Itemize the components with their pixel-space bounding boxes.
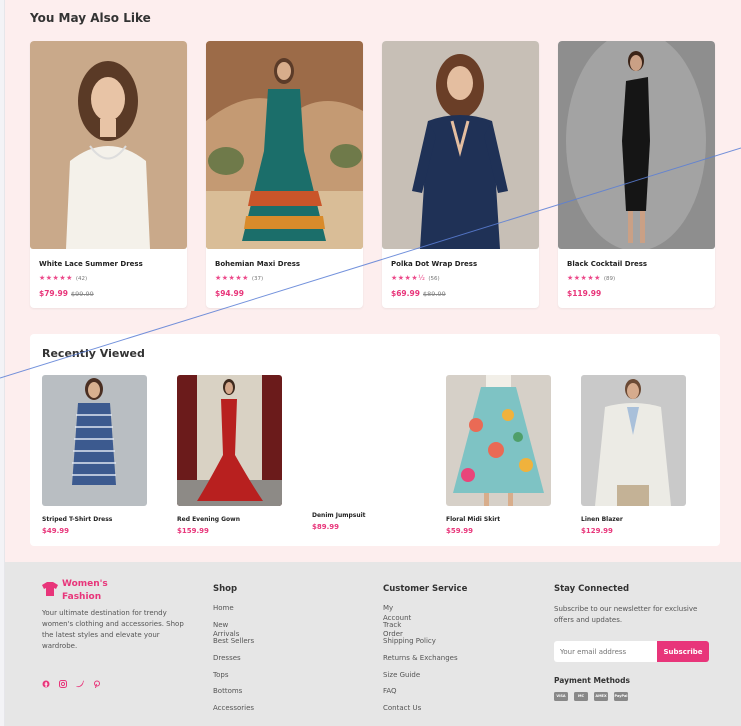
mastercard-icon: MC	[574, 692, 588, 701]
recently-viewed-section: Recently Viewed Striped T-Shirt Dress $4…	[30, 334, 720, 546]
product-card[interactable]: Polka Dot Wrap Dress ★★★★½ (56) $69.99 $8…	[382, 41, 539, 308]
subscribe-button[interactable]: Subscribe	[657, 641, 709, 662]
page: You May Also Like White Lace Summer Dres…	[5, 0, 741, 726]
product-name[interactable]: Polka Dot Wrap Dress	[391, 260, 477, 268]
item-thumbnail[interactable]	[177, 375, 282, 506]
product-image[interactable]	[382, 41, 539, 249]
item-name[interactable]: Striped T-Shirt Dress	[42, 516, 147, 523]
product-card[interactable]: White Lace Summer Dress ★★★★★ (42) $79.99…	[30, 41, 187, 308]
paypal-icon: PayPal	[614, 692, 628, 701]
twitter-icon[interactable]	[76, 673, 84, 688]
footer-link-bottoms[interactable]: Bottoms	[213, 687, 254, 704]
product-price: $69.99	[391, 289, 420, 298]
product-name[interactable]: Bohemian Maxi Dress	[215, 260, 300, 268]
facebook-icon[interactable]	[42, 673, 50, 688]
payment-methods-heading: Payment Methods	[554, 676, 630, 685]
footer-link-new-arrivals[interactable]: New Arrivals	[213, 621, 243, 639]
product-rating: ★★★★½ (56)	[391, 274, 440, 282]
product-price: $94.99	[215, 289, 244, 298]
item-thumbnail[interactable]	[312, 375, 417, 506]
footer-customer-service-column: Customer Service My Account Track Order …	[383, 584, 467, 721]
item-price: $129.99	[581, 527, 613, 535]
instagram-icon[interactable]	[59, 673, 67, 688]
brand-tagline: Your ultimate destination for trendy wom…	[42, 609, 184, 650]
product-rating: ★★★★★ (89)	[567, 274, 616, 282]
newsletter-email-input[interactable]	[554, 641, 657, 662]
product-image[interactable]	[206, 41, 363, 249]
item-price: $49.99	[42, 527, 70, 535]
product-card[interactable]: Black Cocktail Dress ★★★★★ (89) $119.99	[558, 41, 715, 308]
footer-link-dresses[interactable]: Dresses	[213, 654, 254, 671]
footer-link-tops[interactable]: Tops	[213, 671, 254, 688]
recently-viewed-item[interactable]: Denim Jumpsuit $89.99	[312, 375, 417, 531]
footer-link-home[interactable]: Home	[213, 604, 254, 621]
footer-link-size-guide[interactable]: Size Guide	[383, 671, 467, 688]
customer-service-heading: Customer Service	[383, 584, 468, 594]
item-name[interactable]: Red Evening Gown	[177, 516, 282, 523]
recently-viewed-item[interactable]: Striped T-Shirt Dress $49.99	[42, 375, 147, 535]
product-price: $119.99	[567, 289, 602, 298]
recently-viewed-item[interactable]: Red Evening Gown $159.99	[177, 375, 282, 535]
item-name[interactable]: Floral Midi Skirt	[446, 516, 551, 523]
product-price: $79.99	[39, 289, 68, 298]
footer-link-shipping-policy[interactable]: Shipping Policy	[383, 637, 467, 654]
footer-link-contact-us[interactable]: Contact Us	[383, 704, 467, 721]
product-rating: ★★★★★ (37)	[215, 274, 264, 282]
recently-viewed-title: Recently Viewed	[42, 347, 145, 360]
footer-link-best-sellers[interactable]: Best Sellers	[213, 637, 254, 654]
product-image[interactable]	[558, 41, 715, 251]
footer-link-faq[interactable]: FAQ	[383, 687, 467, 704]
newsletter-text: Subscribe to our newsletter for exclusiv…	[554, 605, 698, 624]
product-name[interactable]: Black Cocktail Dress	[567, 260, 647, 268]
pinterest-icon[interactable]	[93, 673, 101, 689]
item-thumbnail[interactable]	[581, 375, 686, 506]
footer-stay-connected-column: Stay Connected Subscribe to our newslett…	[554, 584, 724, 724]
footer-link-accessories[interactable]: Accessories	[213, 704, 254, 721]
item-price: $159.99	[177, 527, 209, 535]
product-old-price: $99.99	[71, 290, 94, 298]
item-thumbnail[interactable]	[446, 375, 551, 506]
recently-viewed-item[interactable]: Linen Blazer $129.99	[581, 375, 686, 535]
footer-link-returns[interactable]: Returns & Exchanges	[383, 654, 467, 671]
tshirt-icon	[42, 582, 58, 596]
brand-name[interactable]: Women's Fashion	[62, 578, 122, 604]
recently-viewed-item[interactable]: Floral Midi Skirt $59.99	[446, 375, 551, 535]
footer-link-my-account[interactable]: My Account	[383, 604, 413, 622]
item-price: $59.99	[446, 527, 474, 535]
item-thumbnail[interactable]	[42, 375, 147, 506]
product-card[interactable]: Bohemian Maxi Dress ★★★★★ (37) $94.99	[206, 41, 363, 308]
stay-connected-heading: Stay Connected	[554, 584, 630, 594]
product-old-price: $89.99	[423, 290, 446, 298]
payment-methods: VISA MC AMEX PayPal	[554, 692, 628, 701]
footer-link-track-order[interactable]: Track Order	[383, 621, 413, 639]
item-name[interactable]: Denim Jumpsuit	[312, 512, 417, 519]
footer: Women's Fashion Your ultimate destinatio…	[5, 562, 741, 726]
product-name[interactable]: White Lace Summer Dress	[39, 260, 143, 268]
visa-icon: VISA	[554, 692, 568, 701]
footer-shop-column: Shop Home New Arrivals Best Sellers Dres…	[213, 584, 254, 721]
amex-icon: AMEX	[594, 692, 608, 701]
product-image[interactable]	[30, 41, 187, 249]
shop-heading: Shop	[213, 584, 238, 594]
item-price: $89.99	[312, 523, 340, 531]
you-may-also-like-title: You May Also Like	[30, 11, 151, 25]
social-links	[42, 673, 101, 689]
item-name[interactable]: Linen Blazer	[581, 516, 686, 523]
product-rating: ★★★★★ (42)	[39, 274, 88, 282]
